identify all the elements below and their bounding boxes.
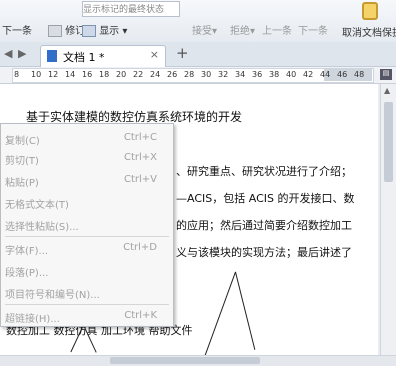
- paragraph-line-1: 、研究重点、研究状况进行了介绍；: [176, 165, 352, 178]
- ruler-number: 14: [65, 70, 76, 79]
- document-tab-bar: ◀ ▶ 文档 1 * × +: [0, 42, 396, 67]
- menu-item-shortcut: Ctrl+D: [123, 242, 157, 253]
- ruler-number: 16: [82, 70, 93, 79]
- previous-item-button[interactable]: 上一条: [262, 22, 292, 37]
- back-arrow-icon[interactable]: ◀: [4, 47, 12, 60]
- menu-item-copy[interactable]: 复制(C) Ctrl+C: [1, 128, 173, 148]
- previous-item-label: 上一条: [262, 26, 292, 37]
- ruler-end-icon[interactable]: ▤: [380, 69, 392, 80]
- menu-item-label: 字体(F)...: [5, 246, 49, 257]
- menu-item-hyperlink[interactable]: 超链接(H)... Ctrl+K: [1, 306, 173, 326]
- reject-button[interactable]: 拒绝▾: [230, 22, 255, 37]
- menu-item-bullets-numbering[interactable]: 项目符号和编号(N)...: [1, 282, 173, 302]
- menu-item-label: 剪切(T): [5, 156, 39, 167]
- ruler-number: 40: [286, 70, 297, 79]
- ruler-margin: [324, 68, 372, 81]
- menu-item-paragraph[interactable]: 段落(P)...: [1, 260, 173, 280]
- menu-item-label: 选择性粘贴(S)...: [5, 222, 79, 233]
- menu-item-paste-special[interactable]: 选择性粘贴(S)...: [1, 214, 173, 234]
- show-button[interactable]: 显示 ▾: [82, 22, 127, 37]
- lock-icon: [362, 2, 378, 20]
- cancel-protect-button[interactable]: 取消文档保护: [340, 0, 396, 40]
- menu-item-label: 段落(P)...: [5, 268, 49, 279]
- forward-arrow-icon[interactable]: ▶: [18, 47, 26, 60]
- menu-separator: [5, 304, 169, 305]
- ruler-number: 42: [303, 70, 314, 79]
- ruler-number: 48: [354, 70, 365, 79]
- menu-item-label: 复制(C): [5, 136, 40, 147]
- menu-item-cut[interactable]: 剪切(T) Ctrl+X: [1, 148, 173, 168]
- accept-label: 接受: [192, 26, 212, 37]
- ribbon-toolbar: 下一条 修订▾ 显示标记的最终状态 显示 ▾ 接受▾ 拒绝▾ 上一条 下一条 取…: [0, 0, 396, 43]
- ruler-number: 34: [235, 70, 246, 79]
- tab-document-1[interactable]: 文档 1 * ×: [40, 45, 166, 67]
- ruler-number: 22: [133, 70, 144, 79]
- ruler-number: 30: [201, 70, 212, 79]
- markup-state-select[interactable]: 显示标记的最终状态: [82, 1, 180, 17]
- horizontal-ruler: ▤ 8 10 12 14 16 18 20 22 24 26 28 30 32 34 36 38 40 42 44 4…: [0, 67, 396, 84]
- accept-button[interactable]: 接受▾: [192, 22, 217, 37]
- paragraph-line-3: 的应用；然后通过简要介绍数控加工: [176, 219, 352, 232]
- menu-item-shortcut: Ctrl+X: [123, 152, 157, 163]
- ruler-number: 44: [320, 70, 331, 79]
- menu-separator: [5, 236, 169, 237]
- scroll-thumb[interactable]: [384, 102, 393, 182]
- menu-item-font[interactable]: 字体(F)... Ctrl+D: [1, 238, 173, 258]
- ruler-number: 24: [150, 70, 161, 79]
- menu-item-paste-plain[interactable]: 无格式文本(T): [1, 192, 173, 212]
- horizontal-scrollbar[interactable]: [0, 355, 396, 366]
- ruler-number: 10: [31, 70, 42, 79]
- show-icon: [82, 25, 96, 37]
- ruler-number: 20: [116, 70, 127, 79]
- ruler-number: 36: [252, 70, 263, 79]
- menu-item-paste[interactable]: 粘贴(P) Ctrl+V: [1, 170, 173, 190]
- new-tab-icon[interactable]: +: [176, 44, 189, 62]
- menu-item-label: 无格式文本(T): [5, 200, 69, 211]
- paragraph-line-4: 义与该模块的实现方法；最后讲述了: [176, 246, 352, 259]
- document-icon: [47, 50, 57, 62]
- close-tab-icon[interactable]: ×: [150, 48, 159, 61]
- ruler-number: 8: [14, 70, 20, 79]
- menu-item-shortcut: Ctrl+V: [123, 174, 157, 185]
- context-menu: 复制(C) Ctrl+C 剪切(T) Ctrl+X 粘贴(P) Ctrl+V 无…: [0, 123, 174, 327]
- revise-icon: [48, 25, 62, 37]
- ruler-number: 38: [269, 70, 280, 79]
- next-change-button[interactable]: 下一条: [2, 22, 32, 37]
- next-item-label: 下一条: [298, 26, 328, 37]
- ruler-number: 32: [218, 70, 229, 79]
- menu-item-label: 项目符号和编号(N)...: [5, 290, 100, 301]
- next-change-label: 下一条: [2, 26, 32, 37]
- ruler-number: 18: [99, 70, 110, 79]
- ruler-number: 12: [48, 70, 59, 79]
- ruler-number: 46: [337, 70, 348, 79]
- ruler-number: 28: [184, 70, 195, 79]
- scroll-up-icon[interactable]: ▲: [384, 86, 390, 95]
- cancel-protect-label: 取消文档保护: [342, 28, 396, 39]
- show-label: 显示: [99, 26, 120, 37]
- menu-item-label: 超链接(H)...: [5, 314, 60, 325]
- paragraph-line-2: —ACIS，包括 ACIS 的开发接口、数: [176, 192, 355, 205]
- menu-item-shortcut: Ctrl+C: [123, 132, 157, 143]
- menu-item-label: 粘贴(P): [5, 178, 39, 189]
- menu-item-shortcut: Ctrl+K: [124, 310, 157, 321]
- tab-title: 文档 1 *: [63, 51, 105, 64]
- vertical-scrollbar[interactable]: ▲: [380, 84, 396, 355]
- reject-label: 拒绝: [230, 26, 250, 37]
- markup-state-value: 显示标记的最终状态: [83, 5, 165, 15]
- horizontal-scroll-thumb[interactable]: [110, 357, 260, 364]
- ruler-number: 26: [167, 70, 178, 79]
- next-item-button[interactable]: 下一条: [298, 22, 328, 37]
